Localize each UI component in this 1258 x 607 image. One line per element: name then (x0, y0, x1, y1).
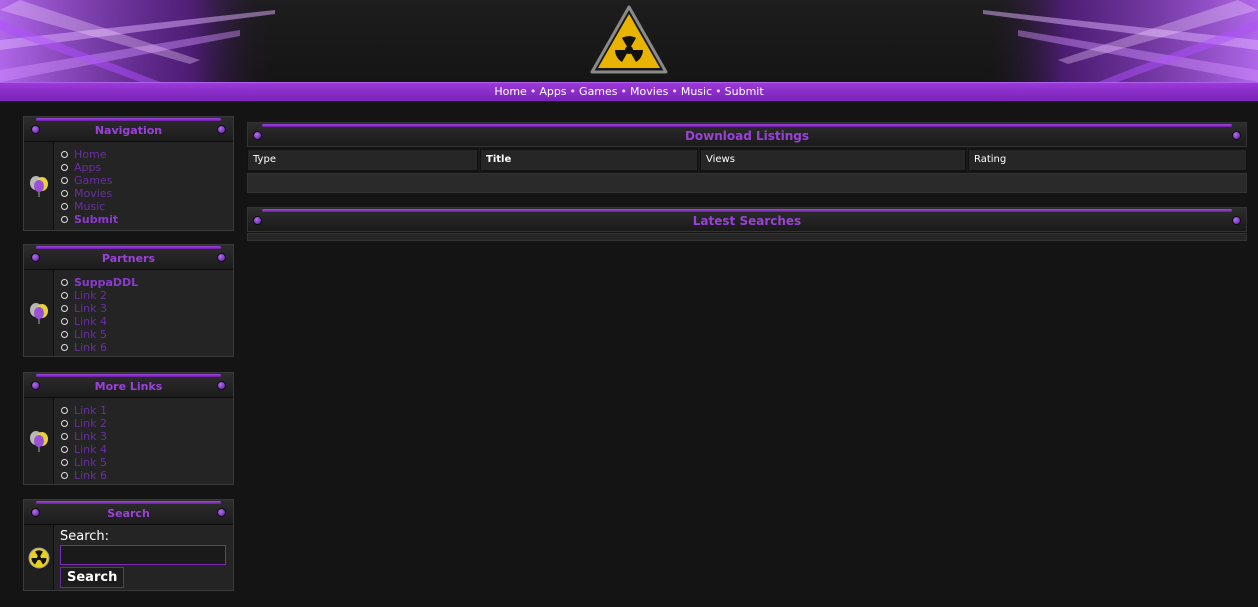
purple-dot-icon (1232, 131, 1241, 140)
sidebar-more-links-box: More Links Link 1 Link 2 Link 3 Link 4 L… (23, 372, 234, 485)
more-links-list: Link 1 Link 2 Link 3 Link 4 Link 5 Link … (61, 404, 225, 482)
box-header: More Links (24, 373, 233, 398)
box-content: Home Apps Games Movies Music Submit (54, 142, 233, 230)
list-item[interactable]: Link 2 (61, 289, 225, 302)
site-header (0, 0, 1258, 82)
list-item[interactable]: Movies (61, 187, 225, 200)
nav-link-games[interactable]: Games (579, 85, 617, 98)
box-content: Search: Search (54, 525, 233, 590)
partners-list: SuppaDDL Link 2 Link 3 Link 4 Link 5 Lin… (61, 276, 225, 354)
box-icon-column (24, 398, 54, 484)
purple-dot-icon (217, 125, 226, 134)
panel-title: Download Listings (684, 129, 810, 143)
nav-separator: • (529, 85, 537, 98)
nav-link-apps[interactable]: Apps (539, 85, 566, 98)
box-icon-column (24, 525, 54, 590)
list-item[interactable]: Link 6 (61, 469, 225, 482)
box-header: Partners (24, 245, 233, 270)
download-table-header: Type Title Views Rating (247, 149, 1247, 171)
download-listings-header: Download Listings (247, 122, 1247, 147)
list-item[interactable]: Music (61, 200, 225, 213)
navigation-list: Home Apps Games Movies Music Submit (61, 148, 225, 226)
box-content: Link 1 Link 2 Link 3 Link 4 Link 5 Link … (54, 398, 233, 484)
box-content: SuppaDDL Link 2 Link 3 Link 4 Link 5 Lin… (54, 270, 233, 356)
purple-dot-icon (253, 216, 262, 225)
balloons-icon (29, 431, 48, 452)
box-body: Link 1 Link 2 Link 3 Link 4 Link 5 Link … (24, 398, 233, 484)
purple-dot-icon (217, 381, 226, 390)
list-item[interactable]: Link 3 (61, 430, 225, 443)
box-title: Partners (101, 252, 156, 265)
list-item[interactable]: Link 5 (61, 328, 225, 341)
list-item[interactable]: Submit (61, 213, 225, 226)
purple-burst-graphic (0, 0, 275, 82)
nav-link-submit[interactable]: Submit (725, 85, 764, 98)
list-item[interactable]: Link 6 (61, 341, 225, 354)
nav-link-home[interactable]: Home (494, 85, 526, 98)
box-body: Home Apps Games Movies Music Submit (24, 142, 233, 230)
box-title: Navigation (94, 124, 163, 137)
list-item[interactable]: Link 4 (61, 443, 225, 456)
list-item[interactable]: Link 5 (61, 456, 225, 469)
box-body: SuppaDDL Link 2 Link 3 Link 4 Link 5 Lin… (24, 270, 233, 356)
purple-dot-icon (31, 508, 40, 517)
purple-dot-icon (217, 508, 226, 517)
download-table-body (247, 173, 1247, 193)
column-header-rating[interactable]: Rating (968, 149, 1247, 171)
top-nav-bar: Home • Apps • Games • Movies • Music • Submit (0, 82, 1258, 102)
radiation-icon (28, 547, 49, 568)
purple-dot-icon (1232, 216, 1241, 225)
box-title: More Links (94, 380, 163, 393)
box-header: Search (24, 500, 233, 525)
balloons-icon (29, 303, 48, 324)
box-title: Search (107, 507, 150, 520)
list-item[interactable]: Link 4 (61, 315, 225, 328)
list-item[interactable]: SuppaDDL (61, 276, 225, 289)
column-header-type[interactable]: Type (247, 149, 478, 171)
box-header: Navigation (24, 117, 233, 142)
column-header-views[interactable]: Views (700, 149, 966, 171)
list-item[interactable]: Games (61, 174, 225, 187)
sidebar-search-box: Search Search: Search (23, 499, 234, 591)
purple-dot-icon (31, 381, 40, 390)
latest-searches-body (247, 233, 1247, 241)
search-button[interactable]: Search (60, 567, 125, 588)
list-item[interactable]: Link 1 (61, 404, 225, 417)
purple-dot-icon (217, 253, 226, 262)
nav-link-music[interactable]: Music (681, 85, 712, 98)
purple-dot-icon (31, 253, 40, 262)
nav-link-movies[interactable]: Movies (630, 85, 668, 98)
box-body: Search: Search (24, 525, 233, 590)
search-input[interactable] (60, 545, 226, 565)
purple-dot-icon (31, 125, 40, 134)
list-item[interactable]: Home (61, 148, 225, 161)
list-item[interactable]: Apps (61, 161, 225, 174)
nav-separator: • (715, 85, 722, 98)
radiation-warning-logo-icon[interactable] (589, 4, 669, 76)
nav-separator: • (569, 85, 577, 98)
sidebar-navigation-box: Navigation Home Apps Games Movies Music … (23, 116, 234, 231)
panel-title: Latest Searches (692, 214, 802, 228)
search-label: Search: (60, 529, 110, 544)
purple-dot-icon (253, 131, 262, 140)
box-icon-column (24, 142, 54, 230)
purple-burst-graphic (983, 0, 1258, 82)
latest-searches-header: Latest Searches (247, 207, 1247, 232)
list-item[interactable]: Link 2 (61, 417, 225, 430)
balloons-icon (29, 176, 48, 197)
column-header-title[interactable]: Title (480, 149, 698, 171)
nav-separator: • (671, 85, 678, 98)
list-item[interactable]: Link 3 (61, 302, 225, 315)
nav-separator: • (620, 85, 628, 98)
sidebar-partners-box: Partners SuppaDDL Link 2 Link 3 Link 4 L… (23, 244, 234, 357)
box-icon-column (24, 270, 54, 356)
